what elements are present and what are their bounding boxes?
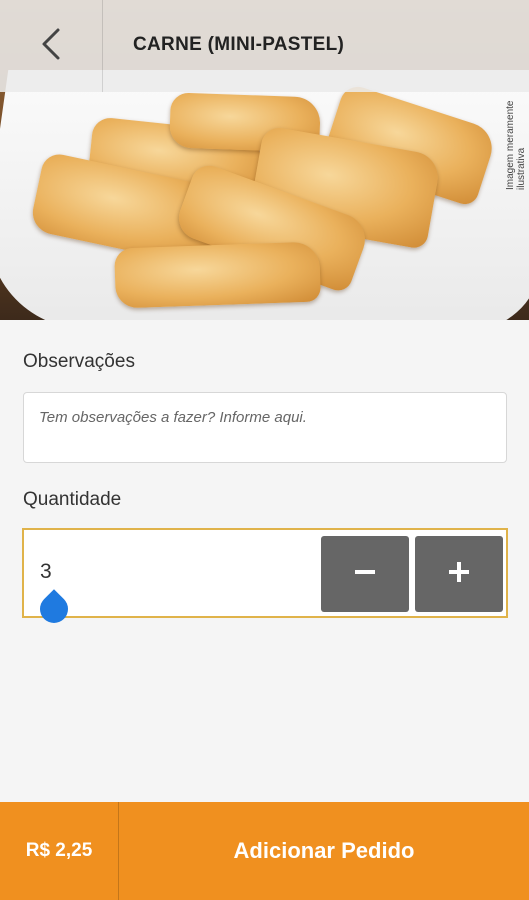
increment-button[interactable] — [415, 536, 503, 612]
top-bar: CARNE (MINI-PASTEL) — [0, 0, 529, 92]
minus-icon — [353, 560, 377, 589]
pastel-piece — [114, 241, 321, 309]
observations-label: Observações — [23, 351, 135, 372]
quantity-input[interactable]: 3 — [40, 560, 52, 584]
decrement-button[interactable] — [321, 536, 409, 612]
observations-placeholder: Tem observações a fazer? Informe aqui. — [39, 409, 307, 426]
add-order-button[interactable]: Adicionar Pedido — [119, 802, 529, 900]
price-label: R$ 2,25 — [0, 802, 119, 900]
text-cursor-handle[interactable] — [34, 589, 74, 629]
quantity-stepper: 3 — [22, 528, 508, 629]
quantity-label: Quantidade — [23, 489, 122, 510]
chevron-left-icon — [39, 27, 63, 66]
plus-icon — [447, 560, 471, 589]
back-button[interactable] — [0, 0, 103, 92]
page-title: CARNE (MINI-PASTEL) — [133, 34, 345, 55]
footer-bar: R$ 2,25 Adicionar Pedido — [0, 802, 529, 900]
observations-field[interactable]: Tem observações a fazer? Informe aqui. — [23, 392, 507, 463]
